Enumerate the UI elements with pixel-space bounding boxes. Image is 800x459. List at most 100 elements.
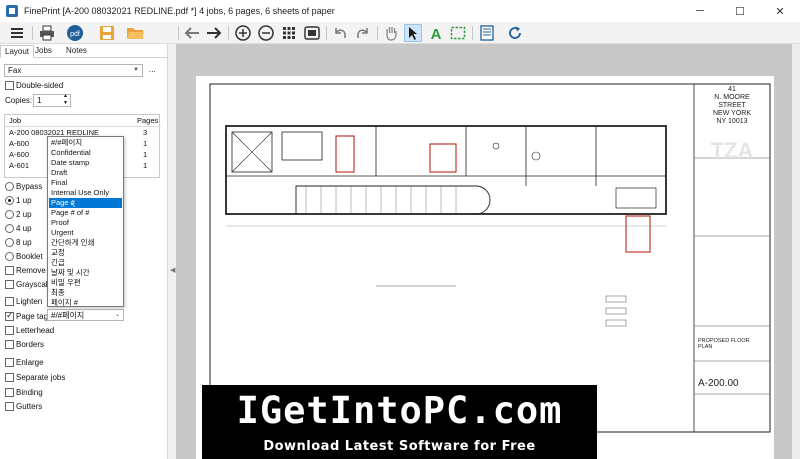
4up-radio[interactable] (5, 224, 14, 233)
refresh-icon[interactable] (506, 24, 524, 42)
header-job: Job (9, 116, 22, 125)
bypass-label: Bypass (16, 182, 43, 191)
close-button[interactable]: ✕ (760, 0, 800, 22)
printer-select[interactable]: Fax ▼ (4, 64, 143, 77)
separate-jobs-checkbox[interactable] (5, 373, 14, 382)
printer-icon[interactable] (38, 24, 56, 42)
chevron-down-icon: ▼ (133, 67, 139, 73)
8up-label: 8 up (16, 238, 32, 247)
dropdown-item[interactable]: Proof (49, 218, 122, 228)
lighten-label: Lighten (16, 297, 43, 306)
vertical-scrollbar[interactable] (792, 44, 800, 459)
pdf-icon[interactable]: pdf (66, 24, 84, 42)
spin-up-icon[interactable]: ▲ (63, 93, 68, 99)
redo-icon[interactable] (354, 24, 372, 42)
forward-arrow-icon[interactable] (205, 24, 223, 42)
panel-splitter[interactable]: ◀ (168, 44, 176, 459)
zoom-out-icon[interactable] (257, 24, 275, 42)
dropdown-item[interactable]: 최종 (49, 288, 122, 298)
1up-radio[interactable] (5, 196, 14, 205)
chevron-down-icon: ⌄ (114, 312, 120, 318)
dropdown-item[interactable]: Draft (49, 168, 122, 178)
plan-title: PROPOSED FLOOR PLAN (698, 338, 750, 350)
dropdown-item[interactable]: 간단하게 인쇄 (49, 238, 122, 248)
back-arrow-icon[interactable] (183, 24, 201, 42)
more-options-button[interactable]: ... (149, 65, 156, 74)
maximize-button[interactable]: ☐ (720, 0, 760, 22)
1up-label: 1 up (16, 196, 32, 205)
grayscale-checkbox[interactable] (5, 280, 14, 289)
booklet-label: Booklet (16, 252, 43, 261)
dropdown-item[interactable]: 교정 (49, 248, 122, 258)
enlarge-checkbox[interactable] (5, 358, 14, 367)
minimize-button[interactable]: ─ (680, 0, 720, 22)
separate-jobs-label: Separate jobs (16, 373, 66, 382)
spin-down-icon[interactable]: ▼ (63, 100, 68, 106)
grid-icon[interactable] (280, 24, 298, 42)
binding-label: Binding (16, 388, 43, 397)
dropdown-item[interactable]: #/#페이지 (49, 138, 122, 148)
borders-label: Borders (16, 340, 45, 349)
double-sided-label: Double-sided (16, 81, 64, 90)
select-arrow-icon[interactable] (404, 24, 422, 42)
title-block-line: NEW YORK (713, 110, 751, 117)
gutters-checkbox[interactable] (5, 402, 14, 411)
8up-radio[interactable] (5, 238, 14, 247)
undo-icon[interactable] (331, 24, 349, 42)
svg-text:A: A (431, 26, 442, 40)
lighten-checkbox[interactable] (5, 297, 14, 306)
job-pages: 1 (143, 150, 148, 159)
job-pages: 1 (143, 139, 148, 148)
select-area-icon[interactable] (449, 24, 467, 42)
table-header: Job Pages (5, 116, 161, 127)
firm-logo: TZA (710, 138, 754, 163)
copies-value: 1 (37, 96, 42, 105)
remove-checkbox[interactable] (5, 266, 14, 275)
title-block-line: 41 (728, 86, 736, 93)
dropdown-item-selected[interactable]: Page # (49, 198, 122, 208)
dropdown-item[interactable]: Confidential (49, 148, 122, 158)
gutters-label: Gutters (16, 402, 43, 411)
dropdown-item[interactable]: Urgent (49, 228, 122, 238)
booklet-radio[interactable] (5, 252, 14, 261)
zoom-in-icon[interactable] (234, 24, 252, 42)
dropdown-item[interactable]: Date stamp (49, 158, 122, 168)
page-setup-icon[interactable] (478, 24, 496, 42)
page-tag-checkbox[interactable] (5, 310, 14, 321)
watermark-banner: IGetIntoPC.com Download Latest Software … (202, 385, 597, 459)
title-block-line: NY 10013 (716, 118, 748, 125)
2up-radio[interactable] (5, 210, 14, 219)
borders-checkbox[interactable] (5, 340, 14, 349)
fit-page-icon[interactable] (303, 24, 321, 42)
letterhead-checkbox[interactable] (5, 326, 14, 335)
dropdown-item[interactable]: Final (49, 178, 122, 188)
bypass-radio[interactable] (5, 182, 14, 191)
hand-icon[interactable] (382, 24, 400, 42)
binding-checkbox[interactable] (5, 388, 14, 397)
dropdown-item[interactable]: 비밀 우편 (49, 278, 122, 288)
letterhead-label: Letterhead (16, 326, 55, 335)
text-tool-icon[interactable]: A (427, 24, 445, 42)
banner-title: IGetIntoPC.com (236, 389, 563, 432)
dropdown-item[interactable]: Internal Use Only (49, 188, 122, 198)
copies-spinner[interactable]: 1 ▲ ▼ (33, 93, 71, 107)
dropdown-item[interactable]: 긴급 (49, 258, 122, 268)
tab-notes[interactable]: Notes (62, 45, 91, 58)
job-name: A-600 (9, 150, 30, 159)
banner-subtitle: Download Latest Software for Free (263, 439, 536, 454)
dropdown-item[interactable]: 날짜 및 시간 (49, 268, 122, 278)
page-tag-select-value: #/#페이지 (51, 311, 85, 320)
page-tag-select[interactable]: #/#페이지 ⌄ (47, 309, 124, 321)
double-sided-checkbox[interactable] (5, 81, 14, 90)
open-folder-icon[interactable] (126, 24, 144, 42)
4up-label: 4 up (16, 224, 32, 233)
save-icon[interactable] (98, 24, 116, 42)
dropdown-item[interactable]: 페이지 # (49, 298, 122, 308)
tab-jobs[interactable]: Jobs (31, 45, 56, 58)
menu-icon[interactable] (8, 24, 26, 42)
app-icon (6, 5, 18, 17)
tab-layout[interactable]: Layout (0, 45, 35, 58)
job-name: A-600 (9, 139, 30, 148)
splitter-grip-icon[interactable]: ◀ (170, 266, 175, 274)
dropdown-item[interactable]: Page # of # (49, 208, 122, 218)
